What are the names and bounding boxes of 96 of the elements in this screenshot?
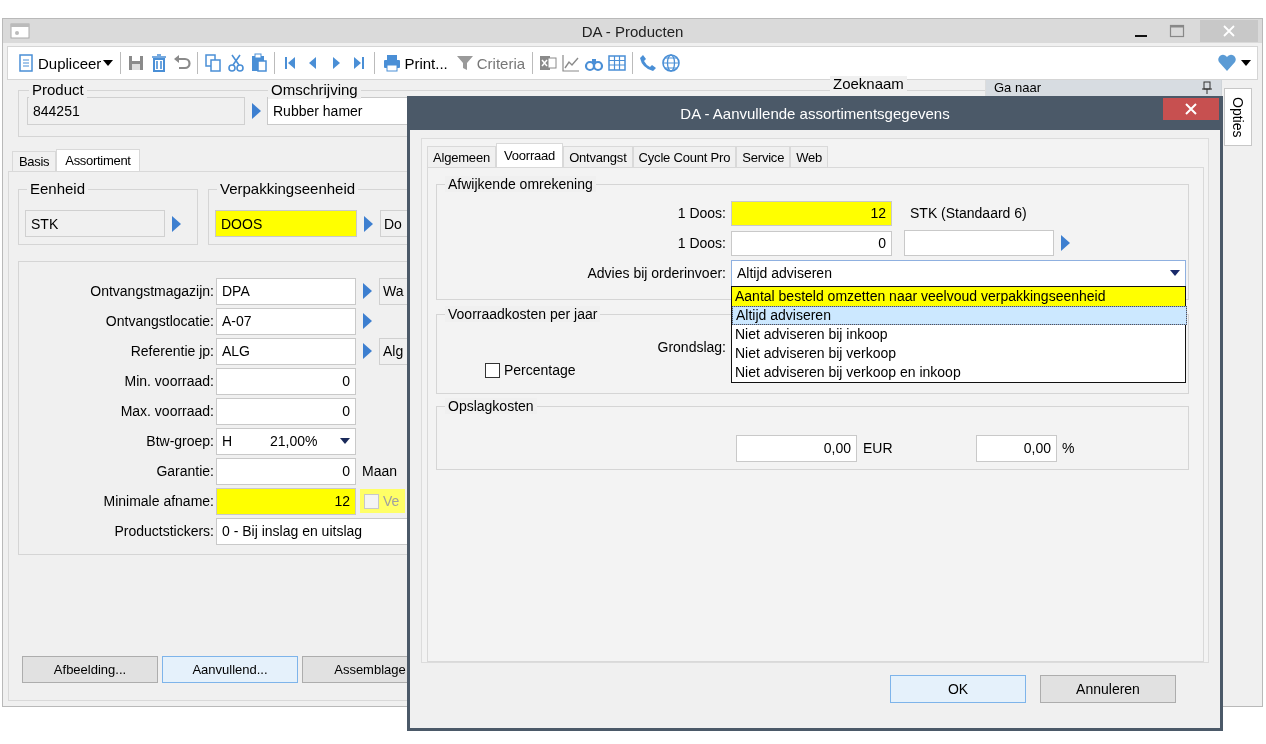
paste-icon[interactable] <box>249 53 270 73</box>
lookup-arrow-icon[interactable] <box>362 342 373 360</box>
input-field[interactable]: ALG <box>216 337 356 365</box>
lookup-arrow-icon[interactable] <box>1060 234 1071 252</box>
print-button[interactable]: Print... <box>380 53 450 73</box>
number-field[interactable]: 0 <box>731 230 892 256</box>
caret-icon <box>1170 270 1180 276</box>
group-title: Verpakkingseenheid <box>217 181 359 197</box>
input-field[interactable]: A-07 <box>216 307 356 335</box>
close-button[interactable] <box>1163 98 1219 120</box>
window-title: DA - Producten <box>581 22 684 40</box>
checkbox[interactable] <box>485 362 500 378</box>
tab[interactable]: Web <box>790 146 829 167</box>
lookup-arrow-icon[interactable] <box>171 214 182 233</box>
field-label: Advies bij orderinvoer: <box>586 265 727 281</box>
action-button[interactable]: Annuleren <box>1040 675 1176 703</box>
field-label: Productstickers: <box>113 523 215 539</box>
action-button[interactable]: Aanvullend... <box>162 656 298 683</box>
line-chart-icon[interactable] <box>561 53 582 73</box>
input-field[interactable]: STK <box>25 210 165 237</box>
field-label: Product <box>29 81 87 99</box>
tab[interactable]: Basis <box>12 151 57 171</box>
tab[interactable]: Ontvangst <box>563 146 633 167</box>
maximize-icon[interactable] <box>1168 22 1186 40</box>
app-icon <box>10 23 30 39</box>
number-field[interactable]: 12 <box>216 487 356 515</box>
unit-label: STK (Standaard 6) <box>910 205 1027 221</box>
unit-label: Maan <box>362 463 398 479</box>
caret-icon <box>340 438 350 444</box>
caret-icon <box>1241 60 1251 66</box>
field-label: Zoeknaam <box>830 76 907 92</box>
dropdown[interactable]: Altijd adviseren <box>731 259 1186 287</box>
field-label: Ontvangstmagazijn: <box>89 283 215 299</box>
table-icon[interactable] <box>607 53 628 73</box>
close-icon <box>1221 23 1237 39</box>
tab[interactable]: Assortiment <box>56 149 140 171</box>
checkbox-label: Percentage <box>504 362 576 378</box>
heart-icon[interactable] <box>1217 53 1237 73</box>
group-title: Voorraadkosten per jaar <box>445 306 601 322</box>
field-label: Garantie: <box>155 463 215 479</box>
side-tab[interactable]: Opties <box>1224 88 1252 147</box>
field-label: Referentie jp: <box>129 343 215 359</box>
number-field[interactable]: 0,00 <box>736 434 857 462</box>
dropdown-option[interactable]: Niet adviseren bij inkoop <box>732 324 1185 344</box>
field-label: Omschrijving <box>268 81 361 99</box>
lookup-arrow-icon[interactable] <box>362 312 373 330</box>
field-label: Min. voorraad: <box>123 373 215 389</box>
number-field[interactable]: 0 <box>216 397 356 425</box>
field-label: Btw-groep: <box>145 433 215 449</box>
phone-icon[interactable] <box>638 53 659 73</box>
printer-icon <box>382 53 403 73</box>
caret-icon <box>103 60 114 66</box>
checkbox-label: Ve <box>383 493 400 509</box>
document-icon <box>16 53 36 73</box>
action-button[interactable]: Afbeelding... <box>22 656 158 683</box>
panel-title: Ga naar <box>994 81 1041 95</box>
input-field[interactable] <box>904 230 1054 256</box>
group-title: Eenheid <box>27 181 89 197</box>
copy-icon[interactable] <box>203 53 224 73</box>
dropdown-option[interactable]: Niet adviseren bij verkoop en inkoop <box>732 362 1185 382</box>
number-field[interactable]: 0 <box>216 457 356 485</box>
close-icon <box>1183 101 1199 117</box>
number-field[interactable]: 0 <box>216 367 356 395</box>
tab[interactable]: Algemeen <box>427 146 496 167</box>
dropdown-option[interactable]: Niet adviseren bij verkoop <box>732 343 1185 363</box>
input-field[interactable]: DOOS <box>215 210 357 237</box>
group-title: Opslagkosten <box>445 398 537 414</box>
percent-label: % <box>1062 440 1075 456</box>
lookup-arrow-icon[interactable] <box>251 102 262 120</box>
funnel-icon <box>454 53 475 73</box>
tab[interactable]: Cycle Count Pro <box>632 146 737 167</box>
field-label: Minimale afname: <box>102 493 215 509</box>
number-field[interactable]: 12 <box>731 200 892 226</box>
number-field[interactable]: 0,00 <box>976 434 1057 462</box>
tab[interactable]: Voorraad <box>495 143 564 167</box>
cut-icon[interactable] <box>226 53 247 73</box>
pin-icon[interactable] <box>1201 81 1213 95</box>
input-field[interactable]: 844251 <box>27 97 245 125</box>
lookup-arrow-icon[interactable] <box>363 214 374 233</box>
field-label: Grondslag: <box>656 339 727 355</box>
dropdown-option[interactable]: Aantal besteld omzetten naar veelvoud verpakkingseenheid <box>732 286 1185 306</box>
field-label: Max. voorraad: <box>119 403 215 419</box>
duplicate-button[interactable]: Dupliceer <box>14 53 116 73</box>
spreadsheet-icon[interactable] <box>538 53 559 73</box>
group-title: Afwijkende omrekening <box>445 176 596 192</box>
globe-icon[interactable] <box>661 53 682 73</box>
tab[interactable]: Service <box>736 146 791 167</box>
dropdown[interactable]: H 21,00% <box>216 427 356 455</box>
dialog-title: DA - Aanvullende assortimentsgegevens <box>680 104 950 122</box>
action-button[interactable]: OK <box>890 675 1026 703</box>
input-field[interactable]: DPA <box>216 277 356 305</box>
field-label: 1 Doos: <box>676 235 727 251</box>
currency-label: EUR <box>863 440 894 456</box>
field-label: Ontvangstlocatie: <box>104 313 215 329</box>
field-label: 1 Doos: <box>676 205 727 221</box>
lookup-arrow-icon[interactable] <box>362 282 373 300</box>
